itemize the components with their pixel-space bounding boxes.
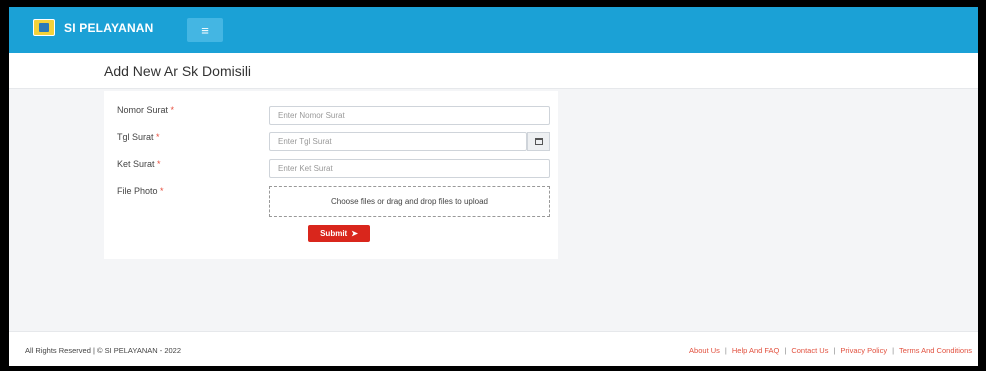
required-mark: * — [157, 159, 161, 169]
footer-separator: | — [784, 346, 787, 355]
submit-label: Submit — [320, 229, 348, 238]
logo-emblem-icon[interactable] — [33, 19, 55, 36]
required-mark: * — [160, 186, 164, 196]
footer-link-about-us[interactable]: About Us — [689, 346, 720, 355]
nomor-surat-input[interactable] — [269, 106, 550, 125]
page-title: Add New Ar Sk Domisili — [104, 63, 252, 79]
hamburger-icon: ≡ — [201, 22, 209, 38]
field-label-text: Ket Surat — [117, 159, 155, 169]
menu-toggle-button[interactable]: ≡ — [187, 18, 223, 42]
footer: All Rights Reserved | © SI PELAYANAN - 2… — [9, 331, 978, 366]
footer-link-contact-us[interactable]: Contact Us — [791, 346, 828, 355]
field-label-nomor-surat: Nomor Surat * — [117, 105, 174, 115]
field-label-ket-surat: Ket Surat * — [117, 159, 161, 169]
footer-links: About Us | Help And FAQ | Contact Us | P… — [689, 346, 972, 355]
date-picker-button[interactable] — [527, 132, 550, 151]
file-upload-dropzone[interactable]: Choose files or drag and drop files to u… — [269, 186, 550, 217]
required-mark: * — [170, 105, 175, 115]
footer-link-terms-conditions[interactable]: Terms And Conditions — [899, 346, 972, 355]
footer-separator: | — [724, 346, 727, 355]
field-label-tgl-surat: Tgl Surat * — [117, 132, 160, 142]
tgl-surat-input[interactable] — [269, 132, 527, 151]
field-label-text: File Photo — [117, 186, 158, 196]
required-mark: * — [156, 132, 160, 142]
field-label-text: Tgl Surat — [117, 132, 154, 142]
page-header: Add New Ar Sk Domisili — [9, 53, 978, 89]
footer-link-privacy-policy[interactable]: Privacy Policy — [840, 346, 887, 355]
form-card: Nomor Surat * Tgl Surat * Ket Surat * — [104, 91, 558, 259]
footer-separator: | — [892, 346, 895, 355]
field-label-text: Nomor Surat — [117, 105, 169, 115]
submit-button[interactable]: Submit ➤ — [308, 225, 370, 242]
app-window: SI PELAYANAN ≡ Add New Ar Sk Domisili No… — [9, 7, 978, 366]
send-icon: ➤ — [351, 229, 358, 238]
field-label-file-photo: File Photo * — [117, 186, 164, 196]
app-title[interactable]: SI PELAYANAN — [64, 21, 154, 35]
footer-link-help-faq[interactable]: Help And FAQ — [732, 346, 780, 355]
calendar-icon — [534, 138, 543, 145]
footer-separator: | — [833, 346, 836, 355]
top-navbar: SI PELAYANAN ≡ — [9, 7, 978, 53]
copyright-text: All Rights Reserved | © SI PELAYANAN - 2… — [25, 346, 182, 355]
upload-instructions: Choose files or drag and drop files to u… — [331, 197, 488, 206]
ket-surat-input[interactable] — [269, 159, 550, 178]
